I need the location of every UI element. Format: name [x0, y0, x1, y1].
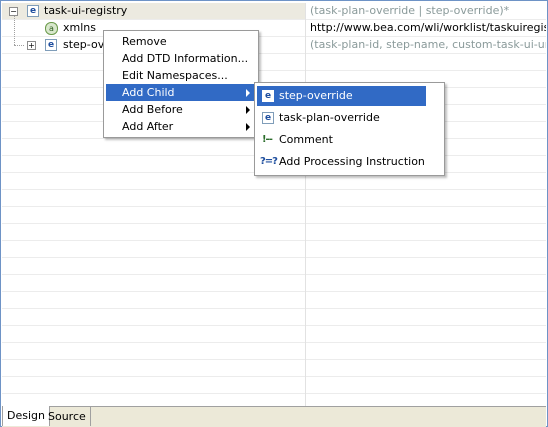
empty-row [2, 377, 546, 394]
tree-connector [14, 45, 24, 46]
empty-row [2, 190, 546, 207]
empty-row [2, 275, 546, 292]
submenu-item-label: Add Processing Instruction [279, 155, 425, 168]
node-value: (task-plan-override | step-override)* [310, 4, 510, 17]
menu-item-label: Edit Namespaces... [122, 69, 228, 82]
submenu-arrow-icon [246, 89, 250, 97]
xml-editor-window: − e task-ui-registry (task-plan-override… [0, 0, 548, 427]
menu-item-label: Remove [122, 35, 167, 48]
element-icon: e [45, 39, 57, 51]
element-icon: e [262, 112, 274, 124]
processing-instruction-icon: ?=? [260, 156, 278, 167]
empty-row [2, 309, 546, 326]
submenu-item-label: task-plan-override [279, 111, 380, 124]
submenu-item-task-plan-override[interactable]: e task-plan-override [257, 108, 426, 128]
empty-row [2, 207, 546, 224]
menu-item-edit-namespaces[interactable]: Edit Namespaces... [106, 67, 256, 84]
empty-row [2, 292, 546, 309]
empty-row [2, 224, 546, 241]
menu-item-label: Add DTD Information... [122, 52, 249, 65]
expand-toggle-icon[interactable]: + [27, 41, 36, 50]
node-value: (task-plan-id, step-name, custom-task-ui… [310, 38, 546, 51]
empty-row [2, 54, 546, 71]
node-value: http://www.bea.com/wli/worklist/taskuire… [310, 21, 546, 34]
empty-row [2, 241, 546, 258]
collapse-toggle-icon[interactable]: − [9, 7, 18, 16]
comment-icon: !-- [262, 134, 273, 145]
menu-item-add-dtd-information[interactable]: Add DTD Information... [106, 50, 256, 67]
menu-item-label: Add Before [122, 103, 183, 116]
editor-tab-bar: Design Source [2, 406, 546, 427]
tab-source[interactable]: Source [44, 407, 91, 426]
xml-tree-grid: − e task-ui-registry (task-plan-override… [2, 3, 546, 406]
menu-item-remove[interactable]: Remove [106, 33, 256, 50]
submenu-item-add-processing-instruction[interactable]: ?=? Add Processing Instruction [257, 152, 426, 172]
submenu-item-step-override[interactable]: e step-override [257, 86, 426, 106]
submenu-arrow-icon [246, 106, 250, 114]
submenu-arrow-icon [246, 123, 250, 131]
empty-row [2, 326, 546, 343]
submenu-item-label: Comment [279, 133, 333, 146]
attribute-icon: a [45, 22, 58, 35]
submenu-item-label: step-override [279, 89, 353, 102]
context-menu: Remove Add DTD Information... Edit Names… [103, 30, 259, 138]
empty-row [2, 343, 546, 360]
node-name: task-ui-registry [44, 4, 128, 17]
element-icon: e [262, 90, 274, 102]
tree-connector [14, 15, 15, 45]
menu-item-label: Add Child [122, 86, 175, 99]
element-icon: e [27, 5, 39, 17]
tab-design[interactable]: Design [2, 406, 50, 426]
menu-item-add-after[interactable]: Add After [106, 118, 256, 135]
empty-row [2, 258, 546, 275]
menu-item-add-child[interactable]: Add Child [106, 84, 256, 101]
menu-item-add-before[interactable]: Add Before [106, 101, 256, 118]
add-child-submenu: e step-override e task-plan-override !--… [254, 82, 445, 176]
column-divider[interactable] [305, 3, 306, 406]
submenu-item-comment[interactable]: !-- Comment [257, 130, 426, 150]
node-name: xmlns [63, 21, 96, 34]
empty-row [2, 360, 546, 377]
menu-item-label: Add After [122, 120, 174, 133]
